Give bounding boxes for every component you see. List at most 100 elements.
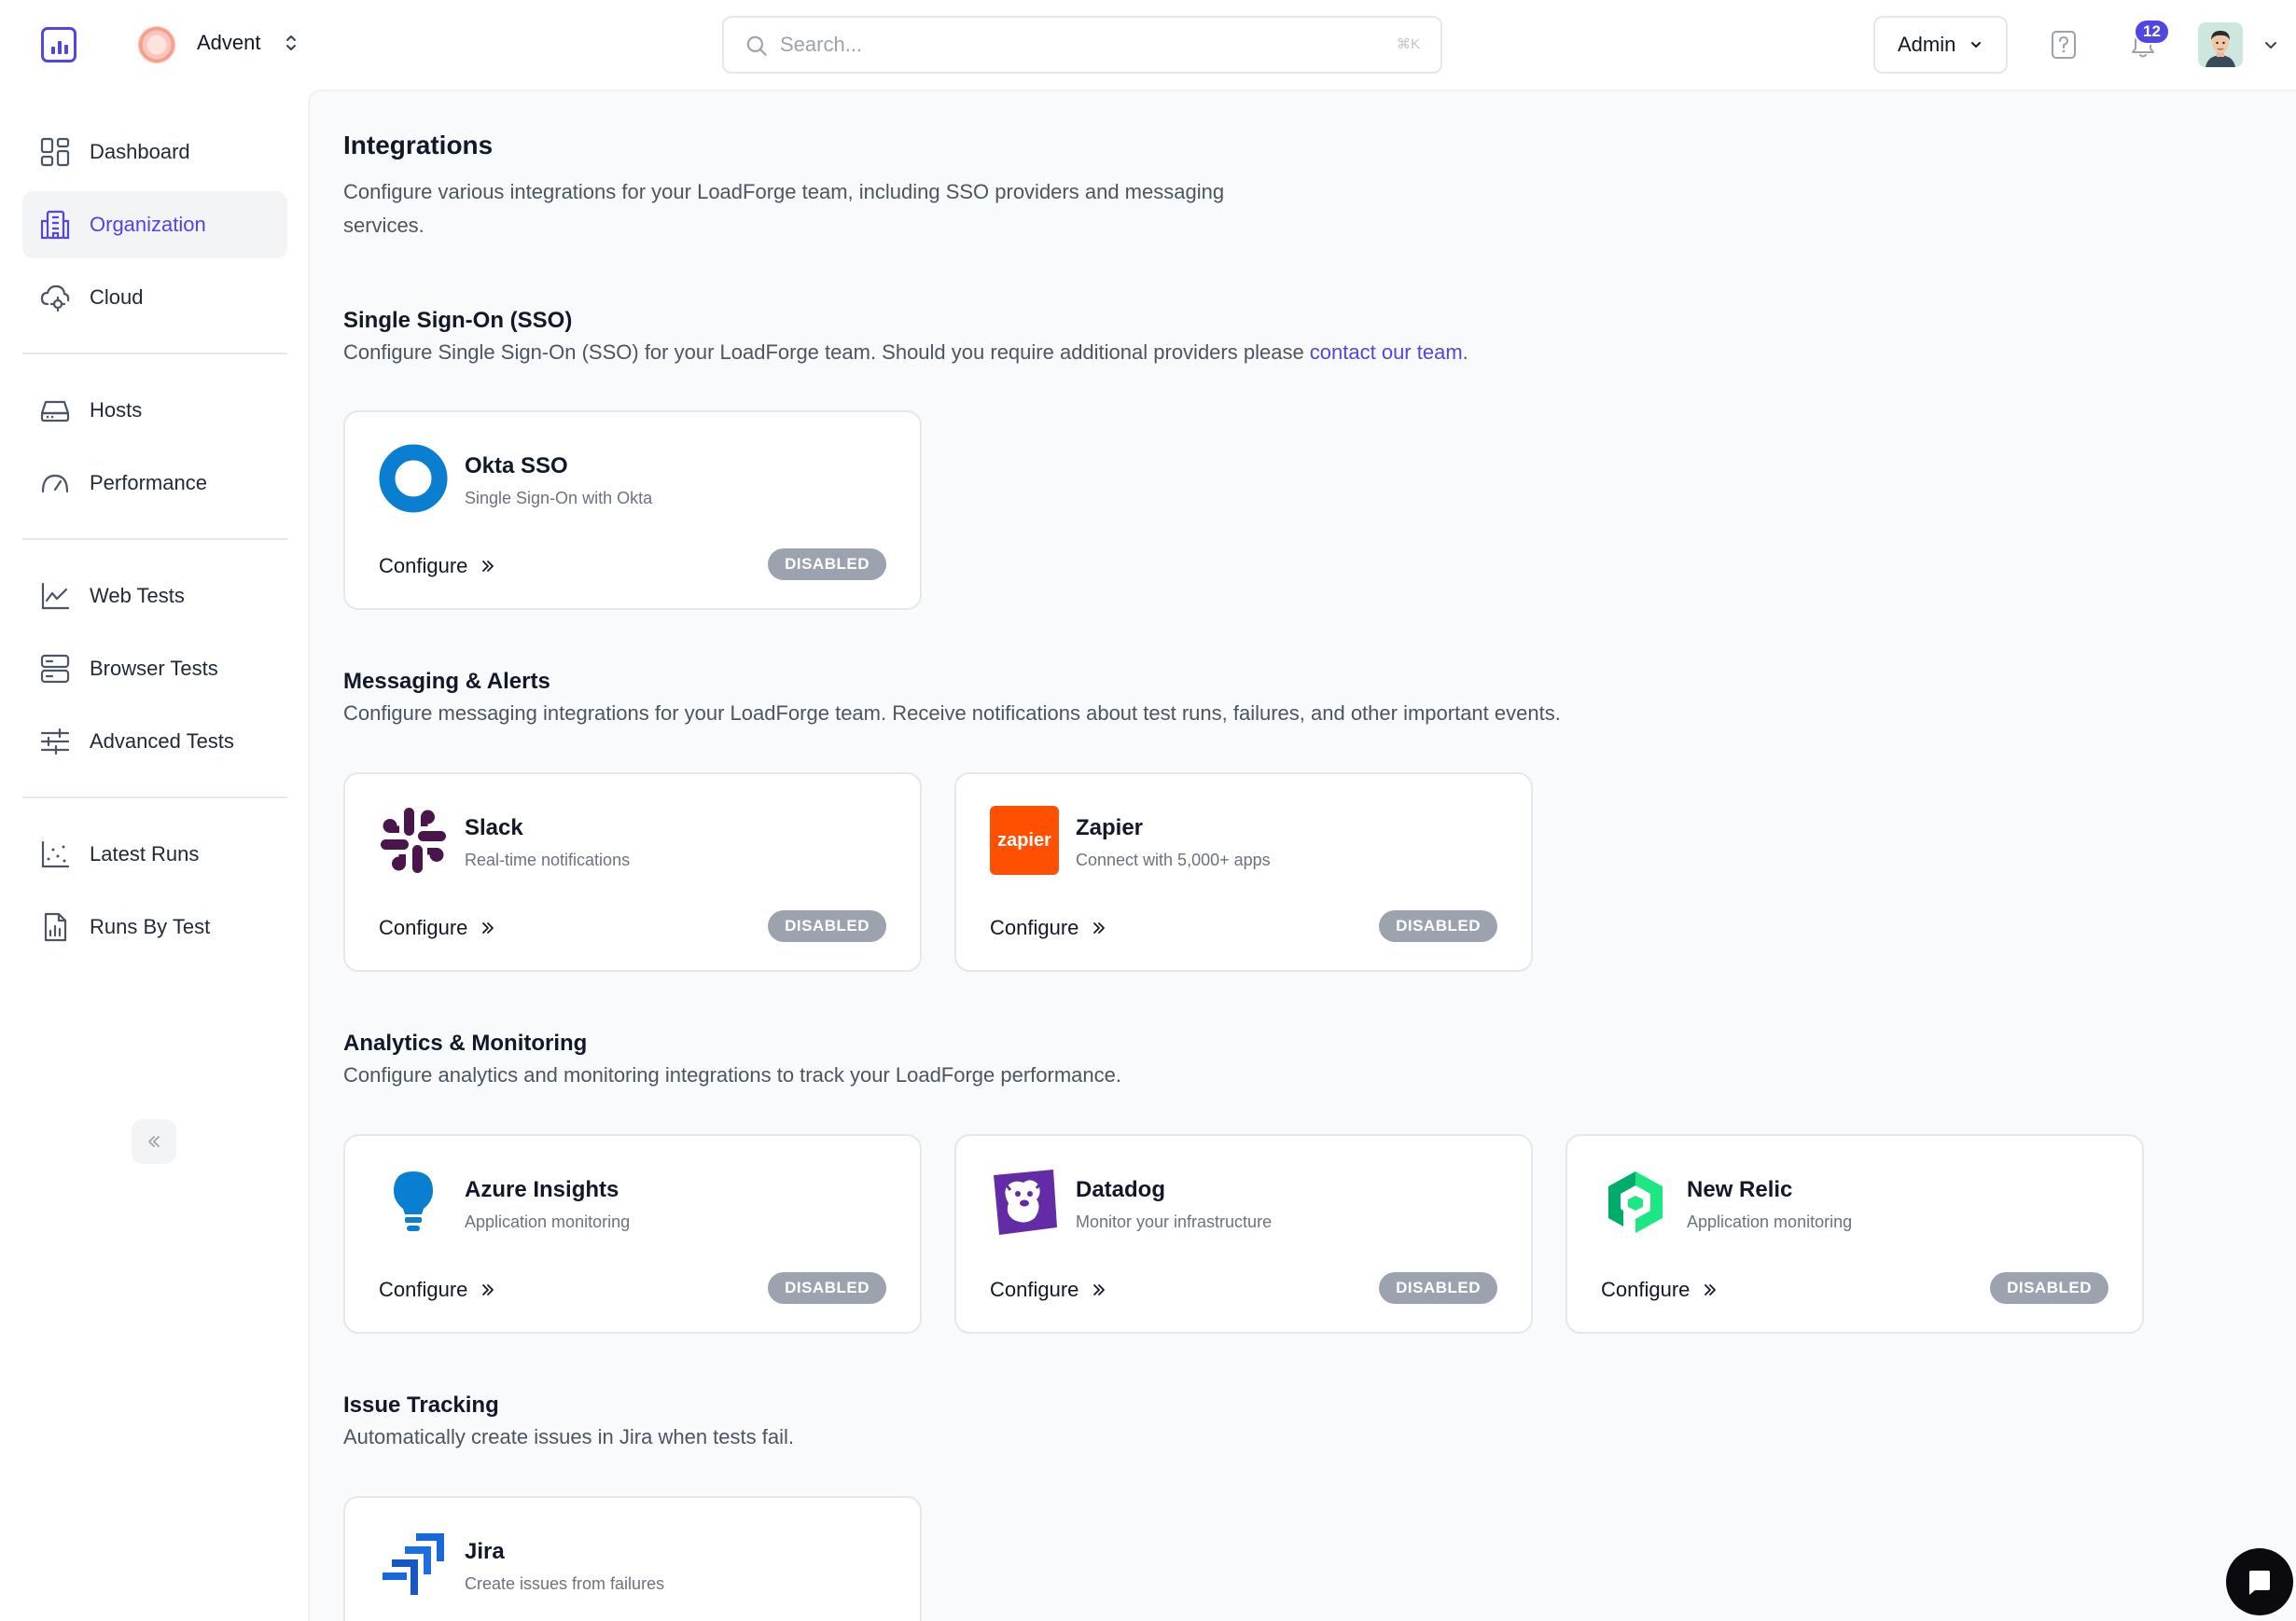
sidebar-item-cloud[interactable]: Cloud	[22, 264, 287, 331]
section-description-text: Configure Single Sign-On (SSO) for your …	[343, 340, 1310, 364]
chevrons-right-icon	[482, 1284, 494, 1295]
integration-name: Zapier	[1076, 815, 1144, 840]
integration-card-azure: Azure Insights Application monitoring Co…	[343, 1134, 922, 1334]
chevrons-right-icon	[1705, 1284, 1717, 1295]
section-title-sso: Single Sign-On (SSO)	[343, 308, 573, 333]
section-description-analytics: Configure analytics and monitoring integ…	[343, 1063, 1122, 1087]
sidebar-item-label: Runs By Test	[90, 915, 211, 938]
role-dropdown[interactable]: Admin	[1873, 16, 2008, 74]
user-avatar[interactable]	[2198, 22, 2243, 67]
configure-zapier-button[interactable]: Configure	[990, 916, 1106, 940]
sidebar-item-performance[interactable]: Performance	[22, 450, 287, 517]
report-icon	[44, 912, 67, 942]
configure-datadog-button[interactable]: Configure	[990, 1278, 1106, 1302]
integration-subtitle: Real-time notifications	[465, 851, 631, 869]
cloud-icon	[40, 284, 70, 312]
contact-team-link[interactable]: contact our team	[1310, 340, 1463, 364]
configure-azure-button[interactable]: Configure	[379, 1278, 495, 1302]
sidebar-item-latest-runs[interactable]: Latest Runs	[22, 821, 287, 888]
zapier-logo-icon: zapier	[990, 806, 1059, 875]
integration-card-jira: Jira Create issues from failures	[343, 1496, 922, 1621]
search-shortcut: ⌘K	[1396, 36, 1420, 52]
app-logo-icon[interactable]	[41, 27, 77, 62]
integration-card-okta: Okta SSO Single Sign-On with Okta Config…	[343, 410, 922, 610]
integration-subtitle: Single Sign-On with Okta	[465, 489, 653, 507]
search-input[interactable]	[780, 27, 1340, 62]
datadog-logo-icon	[994, 1170, 1057, 1235]
chevrons-right-icon	[1093, 922, 1106, 934]
sidebar-item-hosts[interactable]: Hosts	[22, 377, 287, 444]
configure-slack-button[interactable]: Configure	[379, 916, 495, 940]
chevron-down-icon[interactable]	[2261, 35, 2280, 54]
sidebar-divider	[22, 353, 287, 354]
sidebar-item-dashboard[interactable]: Dashboard	[22, 118, 287, 186]
status-badge: DISABLED	[1379, 910, 1497, 942]
sidebar-item-label: Dashboard	[90, 140, 190, 163]
jira-logo-icon	[383, 1533, 444, 1595]
section-title-issues: Issue Tracking	[343, 1392, 499, 1418]
section-description-sso: Configure Single Sign-On (SSO) for your …	[343, 340, 1468, 365]
org-avatar[interactable]	[138, 26, 175, 63]
section-description-suffix: .	[1462, 340, 1468, 364]
integration-name: Datadog	[1076, 1177, 1165, 1202]
sidebar-item-label: Organization	[90, 213, 206, 236]
configure-okta-button[interactable]: Configure	[379, 554, 495, 578]
integration-subtitle: Application monitoring	[465, 1212, 631, 1231]
help-icon[interactable]	[2051, 30, 2077, 60]
configure-label: Configure	[1601, 1278, 1691, 1301]
page-description: Configure various integrations for your …	[343, 180, 1225, 237]
sidebar-item-label: Hosts	[90, 398, 143, 422]
chat-support-button[interactable]	[2226, 1548, 2293, 1615]
integration-name: New Relic	[1687, 1177, 1793, 1202]
integration-name: Jira	[465, 1539, 505, 1564]
line-chart-icon	[41, 582, 70, 610]
integration-subtitle: Connect with 5,000+ apps	[1076, 851, 1271, 869]
integration-card-slack: Slack Real-time notifications Configure …	[343, 772, 922, 972]
integration-card-datadog: Datadog Monitor your infrastructure Conf…	[954, 1134, 1533, 1334]
chevrons-right-icon	[482, 561, 494, 572]
sidebar-item-label: Advanced Tests	[90, 729, 234, 753]
sliders-icon	[40, 727, 70, 755]
section-description-issues: Automatically create issues in Jira when…	[343, 1425, 794, 1448]
search-bar[interactable]: ⌘K	[722, 16, 1442, 74]
dashboard-icon	[40, 137, 70, 167]
integration-name: Okta SSO	[465, 453, 568, 478]
section-title-analytics: Analytics & Monitoring	[343, 1031, 588, 1056]
configure-newrelic-button[interactable]: Configure	[1601, 1278, 1718, 1302]
sidebar-item-runs-by-test[interactable]: Runs By Test	[22, 894, 287, 961]
integration-card-zapier: zapier Zapier Connect with 5,000+ apps C…	[954, 772, 1533, 972]
slack-logo-icon	[381, 808, 446, 873]
sidebar-item-label: Web Tests	[90, 584, 185, 607]
configure-label: Configure	[990, 1278, 1079, 1301]
status-badge: DISABLED	[768, 910, 886, 942]
server-icon	[40, 400, 70, 423]
sidebar-item-organization[interactable]: Organization	[22, 191, 287, 258]
browser-icon	[40, 654, 70, 684]
org-name[interactable]: Advent	[197, 31, 261, 55]
configure-label: Configure	[379, 554, 468, 577]
sidebar-item-label: Browser Tests	[90, 657, 218, 680]
gauge-icon	[41, 474, 69, 493]
page-title: Integrations	[343, 131, 494, 159]
sidebar-item-browser-tests[interactable]: Browser Tests	[22, 635, 287, 702]
configure-label: Configure	[990, 916, 1079, 939]
search-icon	[746, 35, 767, 56]
scatter-icon	[41, 840, 70, 868]
top-bar: Advent ⌘K Admin 12	[0, 0, 2296, 90]
building-icon	[40, 210, 70, 240]
notification-badge: 12	[2134, 19, 2170, 45]
role-label: Admin	[1898, 33, 1956, 56]
section-title-messaging: Messaging & Alerts	[343, 669, 550, 694]
integration-subtitle: Create issues from failures	[465, 1574, 665, 1593]
azure-insights-logo-icon	[394, 1171, 433, 1231]
sidebar-divider	[22, 797, 287, 798]
sidebar-item-advanced-tests[interactable]: Advanced Tests	[22, 708, 287, 775]
sidebar-item-label: Cloud	[90, 285, 144, 309]
collapse-sidebar-button[interactable]	[132, 1119, 176, 1164]
chevrons-left-icon	[148, 1136, 160, 1147]
integration-subtitle: Application monitoring	[1687, 1212, 1853, 1231]
sidebar-divider	[22, 538, 287, 540]
chevrons-right-icon	[482, 922, 494, 934]
sidebar-item-web-tests[interactable]: Web Tests	[22, 562, 287, 630]
chevron-up-down-icon[interactable]	[284, 32, 299, 54]
